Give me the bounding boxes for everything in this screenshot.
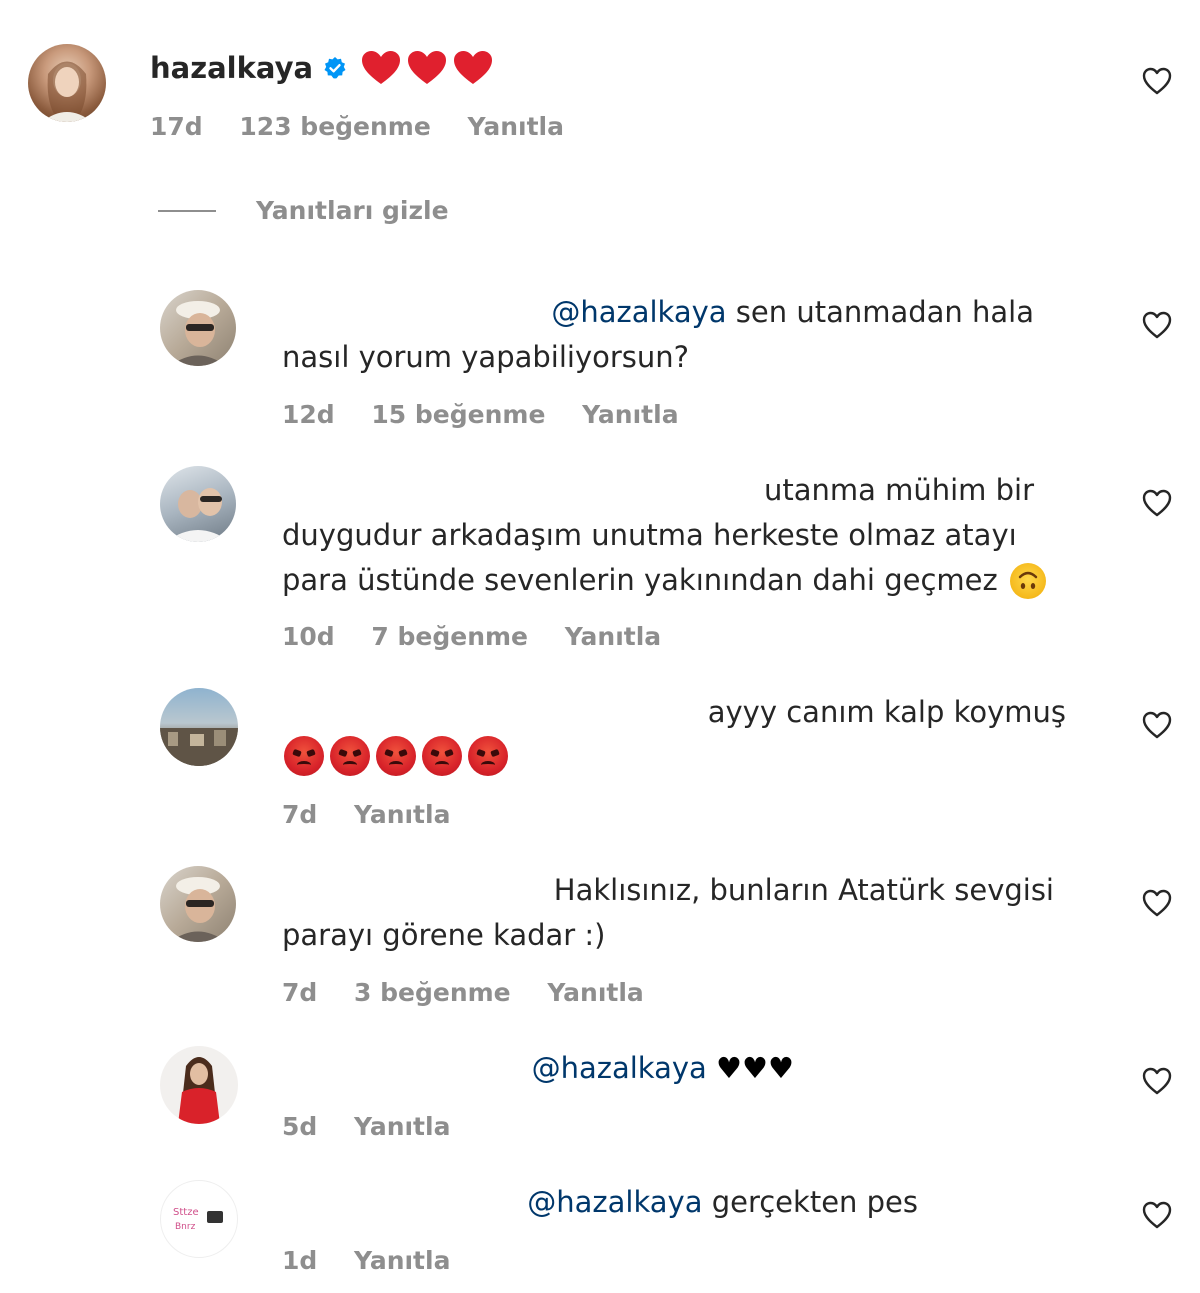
heart-outline-icon[interactable] — [1142, 1201, 1172, 1229]
heart-outline-icon[interactable] — [1142, 711, 1172, 739]
comment-time: 17d — [150, 112, 203, 141]
avatar[interactable] — [160, 290, 236, 366]
reply-button[interactable]: Yanıtla — [354, 1246, 450, 1275]
reply-text-line: parayı görene kadar :) — [282, 918, 606, 952]
reply-text: ayyy canım kalp koymuş — [282, 690, 1066, 735]
reply-button[interactable]: Yanıtla — [565, 622, 661, 651]
avatar[interactable] — [160, 466, 236, 542]
reply-text-line: nasıl yorum yapabiliyorsun? — [282, 340, 690, 374]
mention-link[interactable]: @hazalkaya — [527, 1185, 702, 1219]
avatar-image — [42, 61, 92, 122]
reply-time: 7d — [282, 978, 318, 1007]
angry-face-emoji-icon — [468, 736, 508, 776]
comment-meta: 17d 123 beğenme Yanıtla — [150, 112, 592, 141]
svg-text:Bnrz: Bnrz — [175, 1222, 196, 1232]
red-heart-icon — [362, 51, 401, 84]
reply-button[interactable]: Yanıtla — [547, 978, 643, 1007]
avatar-image — [178, 1057, 220, 1124]
upside-down-face-emoji-icon — [1009, 562, 1046, 599]
avatar[interactable] — [160, 688, 238, 766]
reply-text: Haklısınız, bunların Atatürk sevgisi par… — [282, 868, 1054, 958]
reply-button[interactable]: Yanıtla — [354, 800, 450, 829]
reply-time: 5d — [282, 1112, 318, 1141]
reply-time: 1d — [282, 1246, 318, 1275]
divider — [158, 209, 216, 212]
reply-text-line: ayyy canım kalp koymuş — [707, 695, 1066, 729]
angry-face-emoji-icon — [284, 736, 324, 776]
reply-time: 7d — [282, 800, 318, 829]
reply-meta: 10d 7 beğenme Yanıtla — [282, 622, 689, 651]
reply-button[interactable]: Yanıtla — [582, 400, 678, 429]
angry-face-emoji-row — [284, 736, 508, 776]
mention-link[interactable]: @hazalkaya — [532, 1051, 707, 1085]
reply-text: @hazalkaya gerçekten pes — [282, 1180, 918, 1225]
avatar[interactable] — [28, 44, 106, 122]
reply-button[interactable]: Yanıtla — [354, 1112, 450, 1141]
reply-likes-count[interactable]: 15 beğenme — [371, 400, 545, 429]
avatar[interactable] — [160, 866, 236, 942]
reply-meta: 5d Yanıtla — [282, 1112, 478, 1141]
comment-text-emoji — [361, 50, 493, 86]
avatar[interactable] — [160, 1046, 238, 1124]
angry-face-emoji-icon — [422, 736, 462, 776]
red-heart-icon — [408, 51, 447, 84]
reply-meta: 12d 15 beğenme Yanıtla — [282, 400, 707, 429]
reply-text-line: Haklısınız, bunların Atatürk sevgisi — [553, 873, 1054, 907]
avatar-image — [170, 301, 226, 366]
reply-meta: 1d Yanıtla — [282, 1246, 478, 1275]
heart-outline-icon[interactable] — [1142, 67, 1172, 95]
reply-text: utanma mühim bir duygudur arkadaşım unut… — [282, 468, 1046, 603]
reply-meta: 7d 3 beğenme Yanıtla — [282, 978, 672, 1007]
hide-replies-button[interactable]: Yanıtları gizle — [158, 196, 449, 225]
verified-badge-icon — [324, 57, 346, 79]
red-heart-icon — [454, 51, 493, 84]
reply-text-line: duygudur arkadaşım unutma herkeste olmaz… — [282, 518, 1017, 552]
emoji-face-drawing — [1018, 571, 1037, 589]
avatar-image — [160, 728, 238, 766]
heart-outline-icon[interactable] — [1142, 1067, 1172, 1095]
heart-outline-icon[interactable] — [1142, 311, 1172, 339]
reply-likes-count[interactable]: 3 beğenme — [354, 978, 511, 1007]
heart-outline-icon[interactable] — [1142, 889, 1172, 917]
angry-face-emoji-icon — [330, 736, 370, 776]
avatar-image: Sttze Bnrz — [173, 1207, 223, 1232]
comment-username[interactable]: hazalkaya — [150, 51, 313, 85]
avatar[interactable]: Sttze Bnrz — [160, 1180, 238, 1258]
reply-text-line: gerçekten pes — [702, 1185, 918, 1219]
reply-time: 10d — [282, 622, 335, 651]
avatar-image — [170, 877, 226, 942]
reply-meta: 7d Yanıtla — [282, 800, 478, 829]
reply-button[interactable]: Yanıtla — [468, 112, 564, 141]
svg-text:Sttze: Sttze — [173, 1207, 199, 1218]
reply-text: @hazalkaya sen utanmadan hala nasıl yoru… — [282, 290, 1034, 380]
mention-link[interactable]: @hazalkaya — [551, 295, 726, 329]
reply-text-line: ♥♥♥ — [706, 1051, 794, 1085]
reply-text: @hazalkaya ♥♥♥ — [282, 1046, 794, 1091]
angry-face-emoji-icon — [376, 736, 416, 776]
reply-text-line: utanma mühim bir — [763, 473, 1034, 507]
heart-outline-icon[interactable] — [1142, 489, 1172, 517]
reply-time: 12d — [282, 400, 335, 429]
comment-likes-count[interactable]: 123 beğenme — [239, 112, 430, 141]
hide-replies-label: Yanıtları gizle — [256, 196, 449, 225]
reply-likes-count[interactable]: 7 beğenme — [371, 622, 528, 651]
avatar-image — [166, 488, 230, 542]
reply-text-line: para üstünde sevenlerin yakınından dahi … — [282, 563, 998, 597]
reply-text-line: sen utanmadan hala — [726, 295, 1034, 329]
